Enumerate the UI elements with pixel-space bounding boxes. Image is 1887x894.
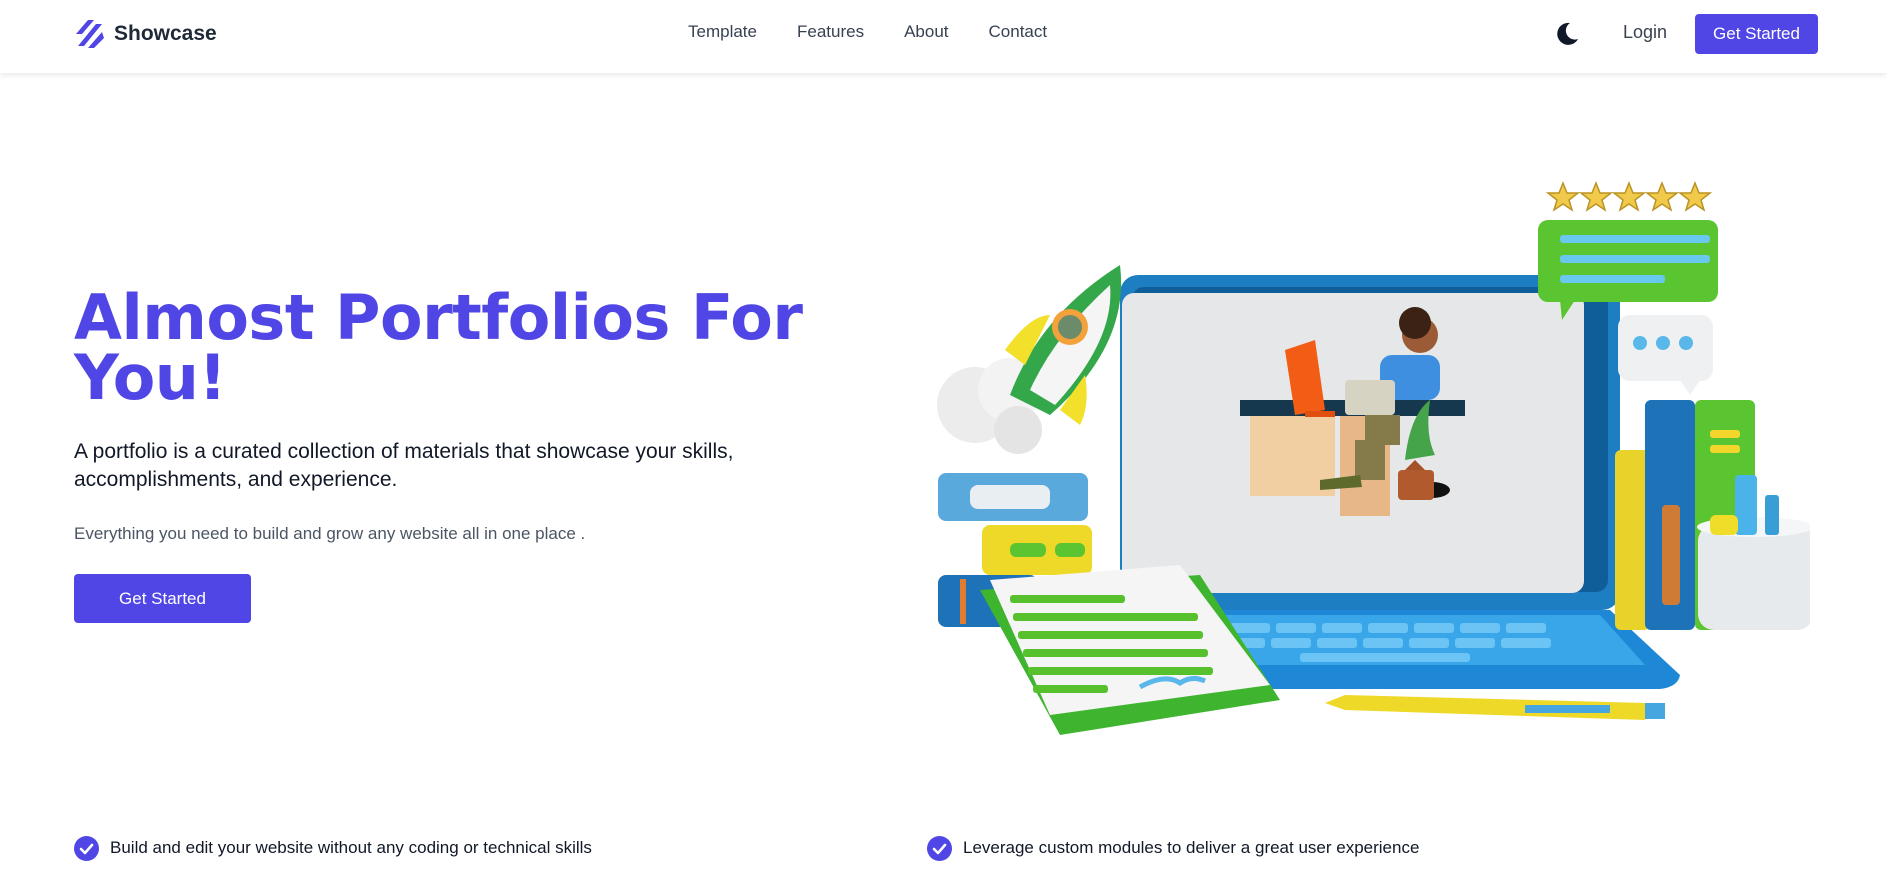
feature-item: Leverage custom modules to deliver a gre… [927, 834, 1419, 862]
laptop-workspace-illustration [937, 180, 1810, 735]
feature-text: Build and edit your website without any … [110, 838, 592, 857]
nav-about[interactable]: About [904, 22, 948, 42]
brand-logo-icon [76, 20, 104, 48]
get-started-nav-button[interactable]: Get Started [1695, 14, 1818, 54]
hero-lead: A portfolio is a curated collection of m… [74, 440, 734, 491]
brand-name: Showcase [114, 22, 217, 45]
hero-title: Almost Portfolios For You! [74, 281, 803, 414]
brand-link[interactable]: Showcase [74, 16, 217, 52]
pen-icon [1325, 695, 1665, 720]
feature-item: Build and edit your website without any … [74, 834, 592, 862]
navbar: Showcase Template Features About Contact… [0, 0, 1887, 73]
moon-icon[interactable] [1553, 20, 1581, 48]
nav-template[interactable]: Template [688, 22, 757, 42]
get-started-hero-button[interactable]: Get Started [74, 574, 251, 623]
hero-subtext: Everything you need to build and grow an… [74, 524, 586, 543]
login-link[interactable]: Login [1623, 22, 1667, 43]
check-circle-icon [927, 835, 952, 861]
nav-contact[interactable]: Contact [989, 22, 1048, 42]
main-nav: Template Features About Contact [688, 22, 1047, 42]
check-circle-icon [74, 835, 99, 861]
feature-text: Leverage custom modules to deliver a gre… [963, 838, 1420, 857]
rocket-icon [937, 265, 1122, 454]
nav-features[interactable]: Features [797, 22, 864, 42]
rating-stars-icon [1545, 180, 1713, 212]
